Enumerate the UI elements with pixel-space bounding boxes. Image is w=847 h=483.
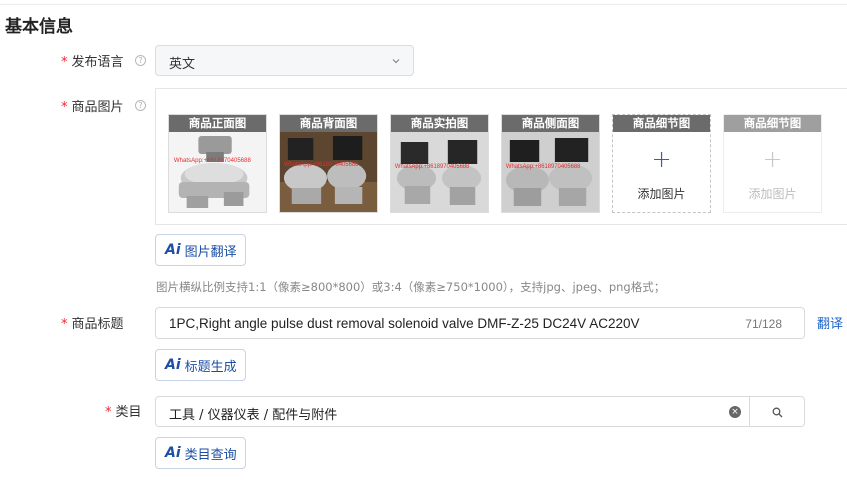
section-title: 基本信息 [5, 17, 73, 37]
product-title-input[interactable]: 1PC,Right angle pulse dust removal solen… [155, 307, 805, 339]
image-caption: 商品细节图 [613, 115, 710, 132]
images-label: * 商品图片 [61, 96, 124, 115]
translate-link[interactable]: 翻译 [817, 313, 843, 332]
search-icon [772, 407, 783, 418]
add-image-label: 添加图片 [637, 187, 686, 201]
category-search-button[interactable] [749, 396, 805, 427]
image-caption: 商品侧面图 [502, 115, 599, 132]
photo-watermark: WhatsApp:+8618970405688 [174, 157, 252, 164]
ai-icon: Ai [165, 445, 181, 461]
category-input[interactable]: 工具 / 仪器仪表 / 配件与附件 × [155, 396, 750, 427]
required-mark: * [61, 55, 68, 70]
ai-category-query-button[interactable]: Ai 类目查询 [155, 437, 246, 469]
ai-title-generate-label: 标题生成 [184, 359, 237, 375]
photo-watermark: WhatsApp:+8618970405688 [395, 164, 470, 170]
add-detail-image-button-disabled: 商品细节图 + 添加图片 [723, 114, 822, 213]
category-value: 工具 / 仪器仪表 / 配件与附件 [169, 408, 338, 423]
language-select[interactable]: 英文 [155, 45, 414, 76]
required-mark: * [61, 100, 68, 115]
image-format-hint: 图片横纵比例支持1:1（像素≥800*800）或3:4（像素≥750*1000）… [156, 280, 666, 294]
image-caption: 商品实拍图 [391, 115, 488, 132]
product-photo: WhatsApp:+8618970405688 [502, 132, 599, 212]
images-label-text: 商品图片 [71, 100, 124, 115]
product-title-value: 1PC,Right angle pulse dust removal solen… [169, 316, 640, 331]
category-label: * 类目 [105, 401, 142, 420]
plus-icon: + [762, 145, 783, 173]
photo-watermark: WhatsApp:+8618970405688 [284, 162, 359, 168]
add-detail-image-button[interactable]: 商品细节图 + 添加图片 [612, 114, 711, 213]
title-char-count: 71/128 [745, 317, 782, 331]
question-circle-icon[interactable]: ? [135, 55, 146, 66]
chevron-down-icon [392, 59, 400, 64]
image-caption: 商品背面图 [280, 115, 377, 132]
ai-icon: Ai [165, 242, 181, 258]
product-photo: WhatsApp:+8618970405688 [391, 132, 488, 212]
photo-watermark: WhatsApp:+8618970405688 [506, 164, 581, 170]
image-caption: 商品正面图 [169, 115, 266, 132]
required-mark: * [61, 317, 68, 332]
ai-title-generate-button[interactable]: Ai 标题生成 [155, 349, 246, 381]
title-label: * 商品标题 [61, 313, 124, 332]
ai-image-translate-label: 图片翻译 [184, 244, 237, 260]
product-image-back[interactable]: 商品背面图 WhatsApp:+8618970405688 [279, 114, 378, 213]
product-image-actual[interactable]: 商品实拍图 WhatsApp:+8618970405688 [390, 114, 489, 213]
ai-category-query-label: 类目查询 [184, 447, 237, 463]
language-label-text: 发布语言 [71, 55, 124, 70]
top-divider [0, 4, 847, 5]
product-photo: WhatsApp:+8618970405688 [280, 132, 377, 212]
close-circle-icon[interactable]: × [729, 406, 741, 418]
language-select-value: 英文 [169, 57, 196, 72]
plus-icon: + [651, 145, 672, 173]
language-label: * 发布语言 [61, 51, 124, 70]
required-mark: * [105, 405, 112, 420]
question-circle-icon[interactable]: ? [135, 100, 146, 111]
title-label-text: 商品标题 [71, 317, 124, 332]
product-image-front[interactable]: 商品正面图 WhatsApp:+8618970405688 [168, 114, 267, 213]
ai-image-translate-button[interactable]: Ai 图片翻译 [155, 234, 246, 266]
add-image-label: 添加图片 [748, 187, 797, 201]
product-photo: WhatsApp:+8618970405688 [169, 132, 266, 212]
ai-icon: Ai [165, 357, 181, 373]
category-label-text: 类目 [115, 405, 142, 420]
product-image-side[interactable]: 商品侧面图 WhatsApp:+8618970405688 [501, 114, 600, 213]
image-caption: 商品细节图 [724, 115, 821, 132]
